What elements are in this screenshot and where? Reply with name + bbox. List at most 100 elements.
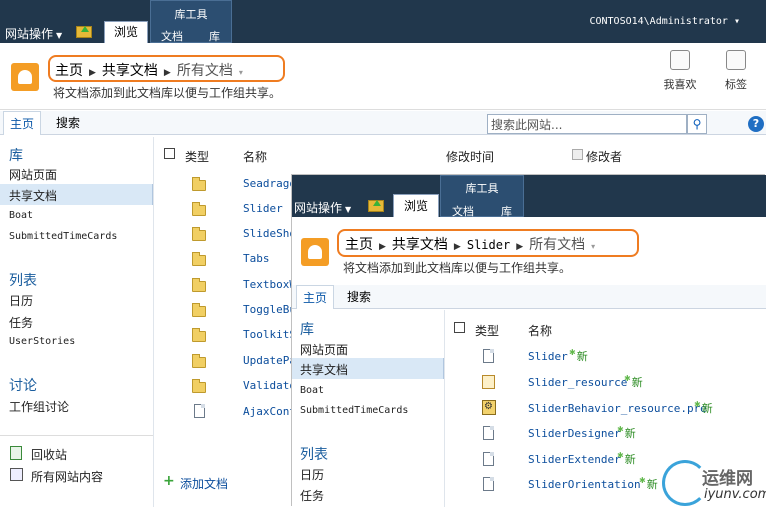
thumbs-up-icon bbox=[670, 50, 690, 70]
ql-calendar[interactable]: 日历 bbox=[300, 466, 324, 483]
file-link[interactable]: SlideSho bbox=[243, 227, 296, 240]
ribbon-bar: 网站操作 ▼ 浏览 库工具 文档 库 CONTOSO14\Administrato… bbox=[0, 0, 766, 43]
tab-library[interactable]: 库 bbox=[501, 203, 512, 219]
file-link[interactable]: Tabs bbox=[243, 252, 270, 265]
ql-libraries-heading[interactable]: 库 bbox=[300, 319, 314, 339]
topnav-home[interactable]: 主页 bbox=[3, 111, 42, 135]
ql-boat[interactable]: Boat bbox=[9, 210, 33, 221]
folder-icon bbox=[192, 379, 206, 393]
add-document-link[interactable]: 添加文档 bbox=[180, 475, 228, 492]
folder-icon bbox=[192, 303, 206, 317]
tab-browse[interactable]: 浏览 bbox=[393, 194, 439, 217]
ql-team-discussion[interactable]: 工作组讨论 bbox=[9, 398, 69, 415]
ql-recycle-bin[interactable]: 回收站 bbox=[31, 446, 67, 463]
folder-icon bbox=[192, 177, 206, 191]
user-menu[interactable]: CONTOSO14\Administrator ▾ bbox=[589, 16, 740, 27]
help-icon[interactable]: ? bbox=[748, 116, 764, 132]
crumb-home[interactable]: 主页 bbox=[345, 237, 373, 253]
ql-libraries-heading[interactable]: 库 bbox=[9, 145, 23, 165]
folder-icon bbox=[192, 202, 206, 216]
file-link[interactable]: Slider bbox=[528, 350, 568, 363]
tab-documents[interactable]: 文档 bbox=[452, 203, 474, 219]
ql-site-pages[interactable]: 网站页面 bbox=[300, 341, 348, 358]
ql-boat[interactable]: Boat bbox=[300, 385, 324, 396]
ql-all-site-content[interactable]: 所有网站内容 bbox=[31, 468, 103, 485]
select-all-checkbox[interactable] bbox=[454, 322, 465, 333]
ql-lists-heading[interactable]: 列表 bbox=[300, 444, 328, 464]
select-all-checkbox[interactable] bbox=[164, 148, 175, 159]
topnav-search[interactable]: 搜索 bbox=[341, 285, 377, 309]
file-link[interactable]: Validato bbox=[243, 379, 296, 392]
tag-icon bbox=[726, 50, 746, 70]
tab-documents[interactable]: 文档 bbox=[161, 28, 183, 44]
library-tools-group: 库工具 文档 库 bbox=[150, 0, 232, 43]
ql-submitted-timecards[interactable]: SubmittedTimeCards bbox=[300, 405, 408, 416]
library-tools-title: 库工具 bbox=[174, 8, 208, 21]
folder-icon bbox=[192, 278, 206, 292]
file-link[interactable]: AjaxCont bbox=[243, 405, 296, 418]
new-badge: 新 bbox=[624, 374, 643, 390]
file-link[interactable]: SliderBehavior_resource.pre bbox=[528, 402, 707, 415]
search-input[interactable]: 搜索此网站... bbox=[487, 114, 687, 134]
topnav-search[interactable]: 搜索 bbox=[50, 111, 86, 135]
col-modified[interactable]: 修改时间 bbox=[446, 148, 494, 165]
new-badge: 新 bbox=[617, 425, 636, 441]
page-description: 将文档添加到此文档库以便与工作组共享。 bbox=[53, 86, 282, 100]
ribbon-bar: 网站操作 ▼ 浏览 库工具 文档 库 bbox=[292, 175, 766, 219]
crumb-slider[interactable]: Slider bbox=[467, 238, 510, 252]
file-link[interactable]: Seadrago bbox=[243, 177, 296, 190]
ql-shared-docs[interactable]: 共享文档 bbox=[300, 361, 348, 378]
ql-site-pages[interactable]: 网站页面 bbox=[9, 166, 57, 183]
file-link[interactable]: UpdatePa bbox=[243, 354, 296, 367]
crumb-shared-docs[interactable]: 共享文档 bbox=[102, 63, 158, 79]
script-file-icon bbox=[482, 400, 496, 415]
top-nav: 主页 搜索 bbox=[292, 285, 766, 309]
i-like-it-button[interactable]: 我喜欢 bbox=[656, 50, 704, 92]
breadcrumb: 主页 ▶ 共享文档 ▶ Slider ▶ 所有文档 ▾ bbox=[337, 229, 639, 257]
file-link[interactable]: Slider bbox=[243, 202, 283, 215]
file-link[interactable]: TextboxW bbox=[243, 278, 296, 291]
col-type[interactable]: 类型 bbox=[185, 148, 209, 165]
add-icon: + bbox=[163, 473, 175, 489]
ql-tasks[interactable]: 任务 bbox=[9, 314, 33, 331]
navigate-up-icon[interactable] bbox=[368, 200, 384, 212]
file-link[interactable]: ToolkitS bbox=[243, 328, 296, 341]
col-type[interactable]: 类型 bbox=[475, 322, 499, 339]
file-link[interactable]: SliderOrientation bbox=[528, 478, 641, 491]
file-link[interactable]: Slider_resource bbox=[528, 376, 627, 389]
col-modified-by[interactable]: 修改者 bbox=[586, 148, 622, 165]
ql-tasks[interactable]: 任务 bbox=[300, 487, 324, 504]
ql-divider bbox=[0, 435, 153, 436]
crumb-shared-docs[interactable]: 共享文档 bbox=[392, 237, 448, 253]
document-icon bbox=[483, 477, 494, 491]
watermark-logo: 运维网 iyunv.com bbox=[660, 458, 766, 507]
document-icon bbox=[483, 349, 494, 363]
tab-browse[interactable]: 浏览 bbox=[104, 21, 148, 43]
folder-icon bbox=[192, 252, 206, 266]
tab-library[interactable]: 库 bbox=[209, 28, 220, 44]
col-name[interactable]: 名称 bbox=[528, 322, 552, 339]
library-tools-title: 库工具 bbox=[465, 182, 499, 195]
crumb-all-docs[interactable]: 所有文档 bbox=[177, 63, 233, 79]
navigate-up-icon[interactable] bbox=[76, 26, 92, 38]
file-link[interactable]: SliderDesigner bbox=[528, 427, 621, 440]
document-icon bbox=[483, 426, 494, 440]
ql-userstories[interactable]: UserStories bbox=[9, 336, 75, 347]
file-link[interactable]: ToggleBu bbox=[243, 303, 296, 316]
file-link[interactable]: SliderExtender bbox=[528, 453, 621, 466]
site-actions-menu[interactable]: 网站操作 ▼ bbox=[5, 25, 62, 42]
col-name[interactable]: 名称 bbox=[243, 148, 267, 165]
ql-shared-docs[interactable]: 共享文档 bbox=[9, 187, 57, 204]
crumb-home[interactable]: 主页 bbox=[55, 63, 83, 79]
ql-submitted-timecards[interactable]: SubmittedTimeCards bbox=[9, 231, 117, 242]
ql-calendar[interactable]: 日历 bbox=[9, 292, 33, 309]
crumb-all-docs[interactable]: 所有文档 bbox=[529, 237, 585, 253]
ql-lists-heading[interactable]: 列表 bbox=[9, 270, 37, 290]
search-icon[interactable]: ⚲ bbox=[687, 114, 707, 134]
tags-button[interactable]: 标签 bbox=[714, 50, 758, 92]
new-badge: 新 bbox=[569, 348, 588, 364]
site-actions-menu[interactable]: 网站操作 ▼ bbox=[294, 199, 351, 216]
ql-discussions-heading[interactable]: 讨论 bbox=[9, 375, 37, 395]
watermark-text: 运维网 bbox=[702, 469, 753, 489]
topnav-home[interactable]: 主页 bbox=[296, 285, 335, 309]
